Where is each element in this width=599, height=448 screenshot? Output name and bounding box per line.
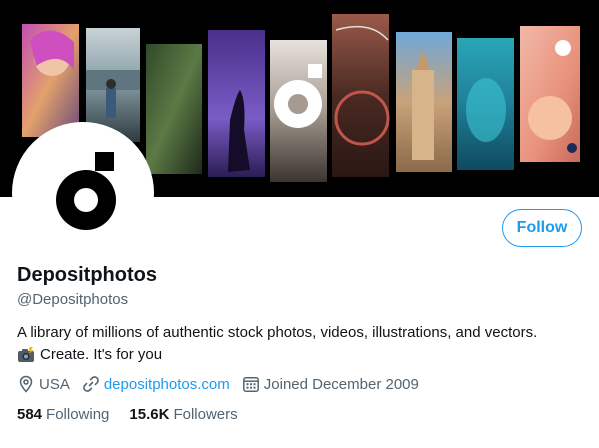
- display-name: Depositphotos: [17, 264, 157, 286]
- profile-avatar[interactable]: [12, 122, 154, 264]
- follow-button[interactable]: Follow: [502, 209, 582, 247]
- camera-flash-icon: [17, 347, 35, 363]
- location-pin-icon: [17, 375, 35, 393]
- profile-meta: USA depositphotos.com Joined December 20…: [17, 374, 431, 394]
- followers-count: 15.6K: [129, 406, 170, 423]
- profile-bio: A library of millions of authentic stock…: [17, 322, 592, 366]
- calendar-icon: [242, 375, 260, 393]
- followers-label: Followers: [173, 406, 238, 423]
- location: USA: [17, 375, 70, 393]
- user-handle: @Depositphotos: [17, 291, 129, 308]
- link-icon: [82, 375, 100, 393]
- website[interactable]: depositphotos.com: [82, 375, 230, 393]
- website-link[interactable]: depositphotos.com: [104, 376, 230, 393]
- join-date-text: Joined December 2009: [263, 375, 419, 393]
- following-count: 584: [17, 406, 43, 423]
- location-text: USA: [39, 375, 70, 393]
- depositphotos-logo-icon: [56, 152, 116, 230]
- join-date: Joined December 2009: [242, 375, 419, 393]
- bio-line-2: Create. It's for you: [40, 346, 163, 363]
- bio-line-1: A library of millions of authentic stock…: [17, 324, 538, 341]
- followers-stat[interactable]: 15.6K Followers: [129, 406, 237, 423]
- following-stat[interactable]: 584 Following: [17, 406, 109, 423]
- following-label: Following: [46, 406, 110, 423]
- follow-stats: 584 Following 15.6K Followers: [17, 406, 258, 423]
